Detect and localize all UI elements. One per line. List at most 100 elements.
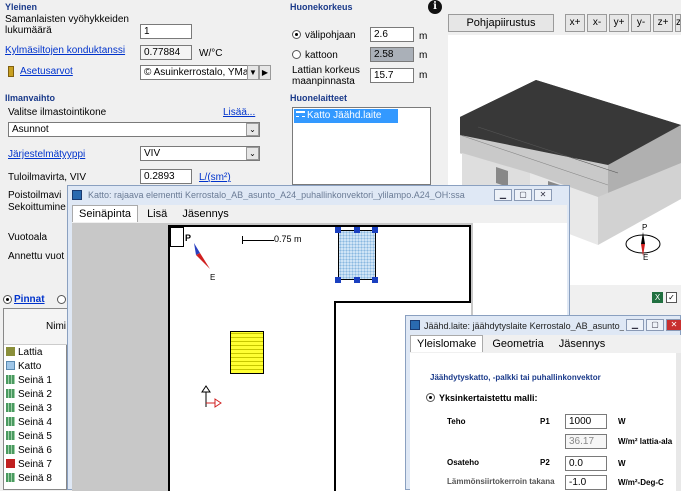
kattoon-input: 2.58 — [370, 47, 414, 62]
check-icon[interactable]: ✓ — [666, 292, 677, 303]
ilmanvaihto-title: Ilmanvaihto — [5, 93, 56, 103]
list-item[interactable]: Seinä 3 — [4, 402, 68, 416]
chevron-down-icon[interactable]: ⌄ — [246, 123, 259, 136]
selection-handle[interactable] — [335, 277, 341, 283]
view3d-bottom-icons: X ✓ — [652, 291, 681, 305]
list-item[interactable]: Seinä 6 — [4, 444, 68, 458]
wall-icon — [6, 389, 15, 398]
vuotoala-label: Vuotoala — [8, 232, 48, 243]
list-item[interactable]: Seinä 7 — [4, 458, 68, 472]
valipohjaan-radio[interactable] — [292, 30, 301, 39]
huonelaitteet-list[interactable]: Katto Jäähd.laite — [292, 107, 431, 185]
asetusarvot-select[interactable]: © Asuinkerrostalo, YMa — [140, 65, 248, 80]
maximize-button[interactable]: ▢ — [514, 189, 532, 201]
valitse-label: Valitse ilmastointikone — [8, 107, 107, 118]
wall-icon — [6, 403, 15, 412]
cooling-device[interactable] — [230, 331, 264, 374]
close-button[interactable]: ✕ — [666, 319, 681, 331]
app-icon — [72, 190, 82, 200]
wall-icon — [6, 445, 15, 454]
compass-needle-icon — [194, 243, 210, 269]
kattoon-radio[interactable] — [292, 50, 301, 59]
selection-handle[interactable] — [354, 277, 360, 283]
kylmasilta-link[interactable]: Kylmäsiltojen konduktanssi — [5, 45, 125, 56]
device-label: Katto Jäähd.laite — [307, 110, 382, 121]
minimize-button[interactable]: ▁ — [494, 189, 512, 201]
lattia-input[interactable]: 15.7 — [370, 68, 414, 83]
lisaa-link[interactable]: Lisää... — [223, 107, 255, 118]
tab-geometria[interactable]: Geometria — [486, 336, 549, 352]
osateho-input[interactable]: 0.0 — [565, 456, 607, 471]
list-item[interactable]: Seinä 1 — [4, 374, 68, 388]
list-item[interactable]: Lattia — [4, 346, 68, 360]
view-y-minus-button[interactable]: y- — [631, 14, 651, 32]
tab-jasennys[interactable]: Jäsennys — [176, 206, 234, 222]
teho-label: Teho — [447, 417, 466, 426]
kone-select[interactable]: Asunnot — [8, 122, 260, 137]
wall-icon — [6, 431, 15, 440]
tuloilma-unit[interactable]: L/(sm²) — [199, 172, 231, 183]
katto-color-swatch — [6, 361, 15, 370]
list-item[interactable]: Seinä 2 — [4, 388, 68, 402]
view-x-plus-button[interactable]: x+ — [565, 14, 585, 32]
osateho-label: Osateho — [447, 458, 480, 467]
jaahd-form: Jäähdytyskatto, -palkki tai puhallinkonv… — [410, 353, 681, 491]
pohjapiirustus-button[interactable]: Pohjapiirustus — [448, 14, 554, 32]
chevron-right-icon[interactable]: ▶ — [259, 65, 271, 80]
model-label: Yksinkertaistettu malli: — [439, 393, 538, 403]
close-button[interactable]: ✕ — [534, 189, 552, 201]
tab-jasennys[interactable]: Jäsennys — [553, 336, 611, 352]
selection-handle[interactable] — [372, 227, 378, 233]
scrollbar[interactable] — [676, 353, 681, 491]
excel-icon[interactable]: X — [652, 292, 663, 303]
view-y-plus-button[interactable]: y+ — [609, 14, 629, 32]
view-z-plus-button[interactable]: z+ — [653, 14, 673, 32]
lattia-label: Lattian korkeus maanpinnasta — [292, 65, 360, 87]
view-x-minus-button[interactable]: x- — [587, 14, 607, 32]
teho-symbol: P1 — [540, 417, 550, 426]
chevron-down-icon[interactable]: ▼ — [247, 65, 259, 80]
tab-lisa[interactable]: Lisä — [141, 206, 173, 222]
surface-list[interactable]: Nimi Lattia Katto Seinä 1 Seinä 2 Seinä … — [3, 308, 68, 490]
pinnat-radio[interactable] — [3, 295, 12, 304]
second-radio[interactable] — [57, 295, 66, 304]
maximize-button[interactable]: ▢ — [646, 319, 664, 331]
pinnat-label[interactable]: Pinnat — [14, 294, 45, 305]
teho-input[interactable]: 1000 — [565, 414, 607, 429]
model-radio[interactable] — [426, 393, 435, 402]
column-header-nimi[interactable]: Nimi — [4, 309, 68, 345]
wall-icon-red — [6, 459, 15, 468]
jaahd-window-title: Jäähd.laite: jäähdytyslaite Kerrostalo_A… — [424, 321, 624, 331]
corner-marker — [170, 227, 184, 247]
lattia-unit: m — [419, 70, 428, 81]
info-icon[interactable]: i — [428, 0, 442, 14]
app-icon — [410, 320, 420, 330]
tab-yleislomake[interactable]: Yleislomake — [410, 335, 484, 352]
kerrosluku-input[interactable]: 1 — [140, 24, 192, 39]
asetusarvot-link[interactable]: Asetusarvot — [20, 66, 73, 77]
selection-handle[interactable] — [354, 227, 360, 233]
list-item[interactable]: Seinä 8 — [4, 472, 68, 486]
kylmasilta-unit: W/°C — [199, 48, 223, 59]
tab-seinapinta[interactable]: Seinäpinta — [72, 205, 138, 222]
list-item[interactable]: Seinä 4 — [4, 416, 68, 430]
selection-handle[interactable] — [335, 227, 341, 233]
huonekorkeus-title: Huonekorkeus — [290, 2, 353, 12]
scale-bar — [242, 240, 274, 241]
list-item[interactable]: Seinä 5 — [4, 430, 68, 444]
list-item[interactable]: Katto — [4, 360, 68, 374]
jarjestelma-select[interactable]: VIV — [140, 146, 260, 161]
selection-handle[interactable] — [372, 277, 378, 283]
chevron-down-icon[interactable]: ⌄ — [246, 147, 259, 160]
lammonsiirto-input[interactable]: -1.0 — [565, 475, 607, 490]
tuloilma-input[interactable]: 0.2893 — [140, 169, 192, 184]
selected-device[interactable] — [338, 230, 376, 280]
valipohjaan-input[interactable]: 2.6 — [370, 27, 414, 42]
jarjestelma-link[interactable]: Järjestelmätyyppi — [8, 149, 85, 160]
huonelaitteet-title: Huonelaitteet — [290, 93, 348, 103]
kylmasilta-input[interactable]: 0.77884 — [140, 45, 192, 60]
list-item[interactable]: Katto Jäähd.laite — [294, 109, 398, 123]
minimize-button[interactable]: ▁ — [626, 319, 644, 331]
surface-items: Lattia Katto Seinä 1 Seinä 2 Seinä 3 Sei… — [4, 346, 68, 486]
view-z-minus-button[interactable]: z- — [675, 14, 681, 32]
